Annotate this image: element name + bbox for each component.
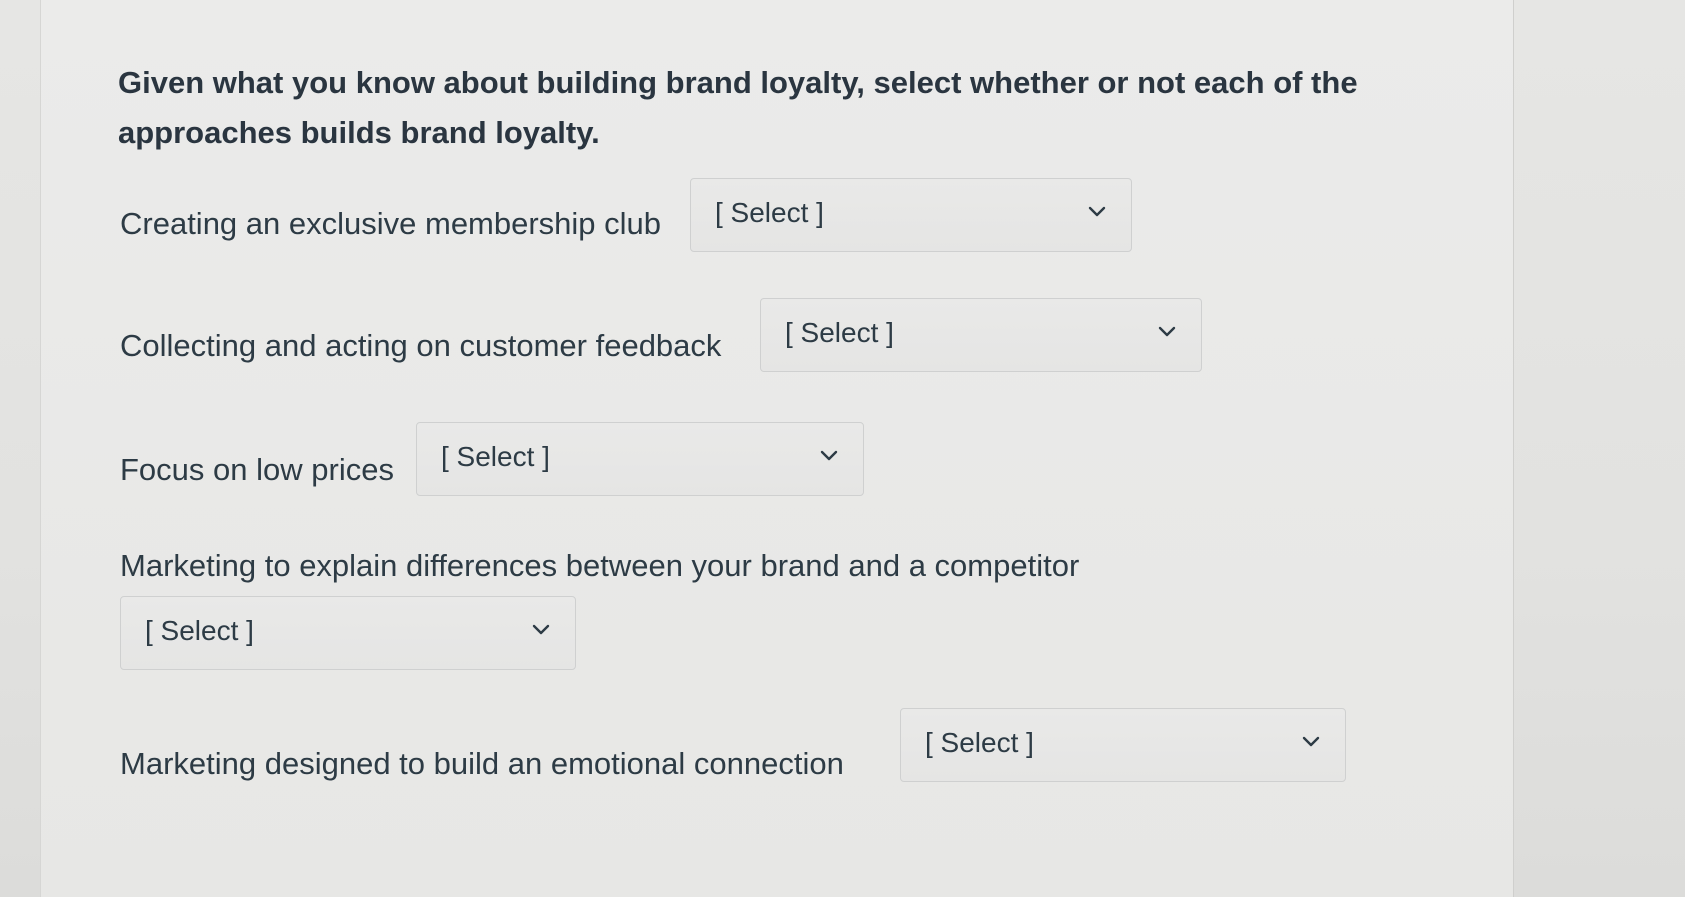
- chevron-down-icon: [819, 449, 839, 463]
- item-label-emotional-connection: Marketing designed to build an emotional…: [120, 746, 844, 781]
- select-value: [ Select ]: [925, 727, 1034, 758]
- item-label-membership-club: Creating an exclusive membership club: [120, 206, 662, 241]
- select-value: [ Select ]: [441, 441, 550, 472]
- item-label-brand-differences: Marketing to explain differences between…: [120, 548, 1080, 583]
- select-value: [ Select ]: [715, 197, 824, 228]
- chevron-down-icon: [1301, 735, 1321, 749]
- select-brand-differences[interactable]: [ Select ]: [120, 596, 576, 670]
- select-value: [ Select ]: [145, 615, 254, 646]
- question-text: Given what you know about building brand…: [118, 65, 1358, 150]
- item-label-low-prices: Focus on low prices: [120, 452, 394, 487]
- select-low-prices[interactable]: [ Select ]: [416, 422, 864, 496]
- chevron-down-icon: [1157, 325, 1177, 339]
- select-emotional-connection[interactable]: [ Select ]: [900, 708, 1346, 782]
- select-membership-club[interactable]: [ Select ]: [690, 178, 1132, 252]
- item-label-customer-feedback: Collecting and acting on customer feedba…: [120, 328, 722, 363]
- chevron-down-icon: [531, 623, 551, 637]
- chevron-down-icon: [1087, 205, 1107, 219]
- select-customer-feedback[interactable]: [ Select ]: [760, 298, 1202, 372]
- select-value: [ Select ]: [785, 317, 894, 348]
